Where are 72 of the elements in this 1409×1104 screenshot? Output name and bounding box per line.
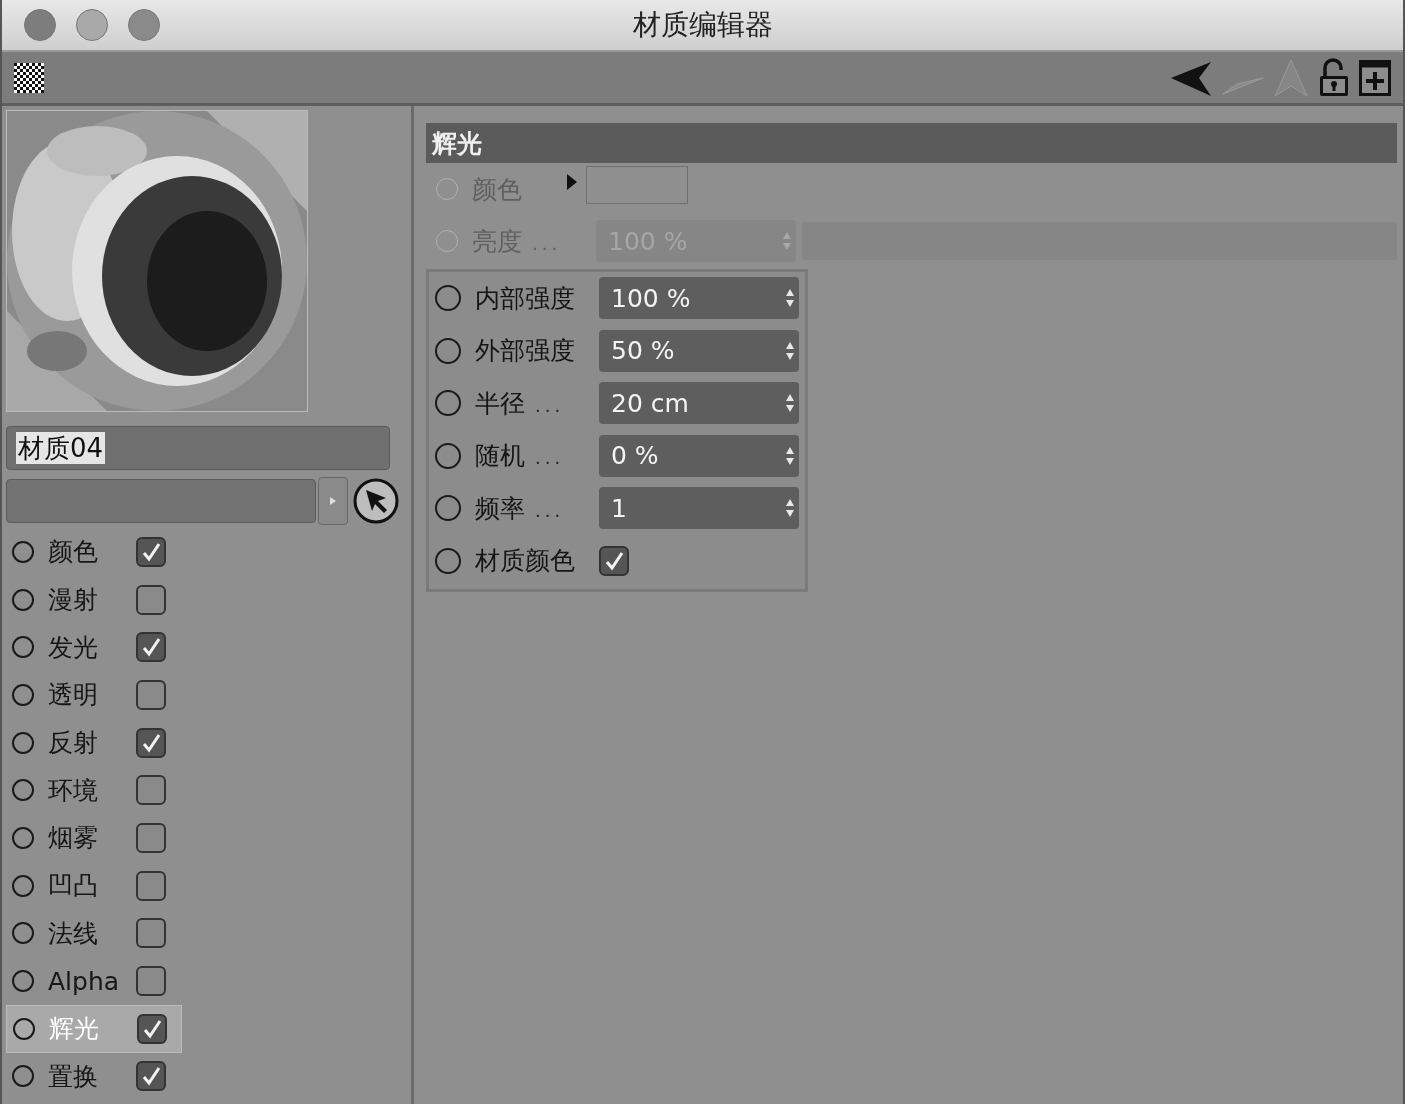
channel-item[interactable]: 凹凸 [6, 861, 182, 910]
radio-button[interactable] [12, 540, 34, 563]
checkbox[interactable] [136, 536, 166, 567]
radio-button[interactable] [12, 826, 34, 849]
number-field[interactable]: 0 % [599, 434, 799, 477]
radio-button[interactable] [435, 390, 461, 417]
channel-item[interactable]: 发光 [6, 623, 182, 672]
radio-button[interactable] [12, 683, 34, 706]
checkbox[interactable] [136, 632, 166, 663]
triangle-icon [329, 496, 337, 506]
minimize-button[interactable] [76, 9, 108, 41]
checkbox[interactable] [136, 870, 166, 901]
radio-button[interactable] [12, 1065, 34, 1088]
channel-item[interactable]: 烟雾 [6, 814, 182, 862]
expand-arrow-icon[interactable] [566, 173, 578, 191]
close-button[interactable] [24, 9, 56, 41]
number-field[interactable]: 100 % [599, 277, 799, 320]
name-field[interactable]: 材质04 [6, 426, 390, 470]
property-label: 内部强度 [475, 282, 575, 315]
new-window-icon[interactable] [1359, 59, 1391, 96]
radio-button[interactable] [12, 779, 34, 802]
radio-button[interactable] [12, 970, 34, 993]
checkbox[interactable] [136, 775, 166, 806]
radio-button[interactable] [12, 874, 34, 897]
leader-dots: ... [535, 499, 565, 521]
number-field[interactable]: 20 cm [599, 382, 799, 425]
number-field[interactable]: 50 % [599, 329, 799, 372]
channel-item[interactable]: Alpha [6, 957, 182, 1005]
channel-item[interactable]: 漫射 [6, 575, 182, 624]
section-title: 辉光 [432, 127, 482, 160]
checkbox[interactable] [136, 584, 166, 615]
name-field-value: 材质04 [16, 432, 106, 464]
channel-item[interactable]: 反射 [6, 718, 182, 767]
checkbox[interactable] [136, 1061, 166, 1092]
checkbox[interactable] [136, 822, 166, 853]
channel-item[interactable]: 法线 [6, 909, 182, 958]
property-label: 频率 [475, 492, 525, 525]
property-label: 半径 [475, 387, 525, 420]
color-swatch[interactable] [586, 166, 688, 204]
checkbox[interactable] [599, 545, 629, 576]
unlocked-padlock-icon[interactable] [1317, 57, 1351, 98]
leader-dots: ... [535, 447, 565, 469]
number-field[interactable]: 1 [599, 487, 799, 530]
radio-button[interactable] [435, 337, 461, 364]
radio-button[interactable] [435, 547, 461, 574]
checkbox[interactable] [136, 727, 166, 758]
checkerboard-icon[interactable] [14, 62, 44, 93]
leader-dots: ... [532, 232, 562, 254]
checkbox[interactable] [136, 966, 166, 997]
radio-button[interactable] [12, 922, 34, 945]
channel-item[interactable]: 环境 [6, 766, 182, 815]
radio-button[interactable] [435, 285, 461, 312]
radio-button[interactable] [12, 636, 34, 659]
property-label: 外部强度 [475, 335, 575, 368]
radio-button[interactable] [435, 442, 461, 469]
checkbox[interactable] [137, 1013, 167, 1044]
channel-item[interactable]: 颜色 [6, 528, 182, 576]
channel-item[interactable]: 置换 [6, 1052, 182, 1101]
checkbox[interactable] [136, 679, 166, 710]
radio-button[interactable] [12, 588, 34, 611]
radio-button[interactable] [13, 1017, 35, 1040]
property-label: 材质颜色 [475, 545, 575, 578]
pointer-icon[interactable] [352, 477, 400, 525]
zoom-button[interactable] [128, 9, 160, 41]
link-field[interactable] [6, 479, 316, 523]
window-title: 材质编辑器 [631, 7, 774, 43]
radio-button[interactable] [12, 731, 34, 754]
radio-button[interactable] [435, 495, 461, 522]
leader-dots: ... [535, 394, 565, 416]
channel-item[interactable]: 透明 [6, 671, 182, 719]
property-label: 随机 [475, 440, 525, 473]
checkbox[interactable] [136, 918, 166, 949]
